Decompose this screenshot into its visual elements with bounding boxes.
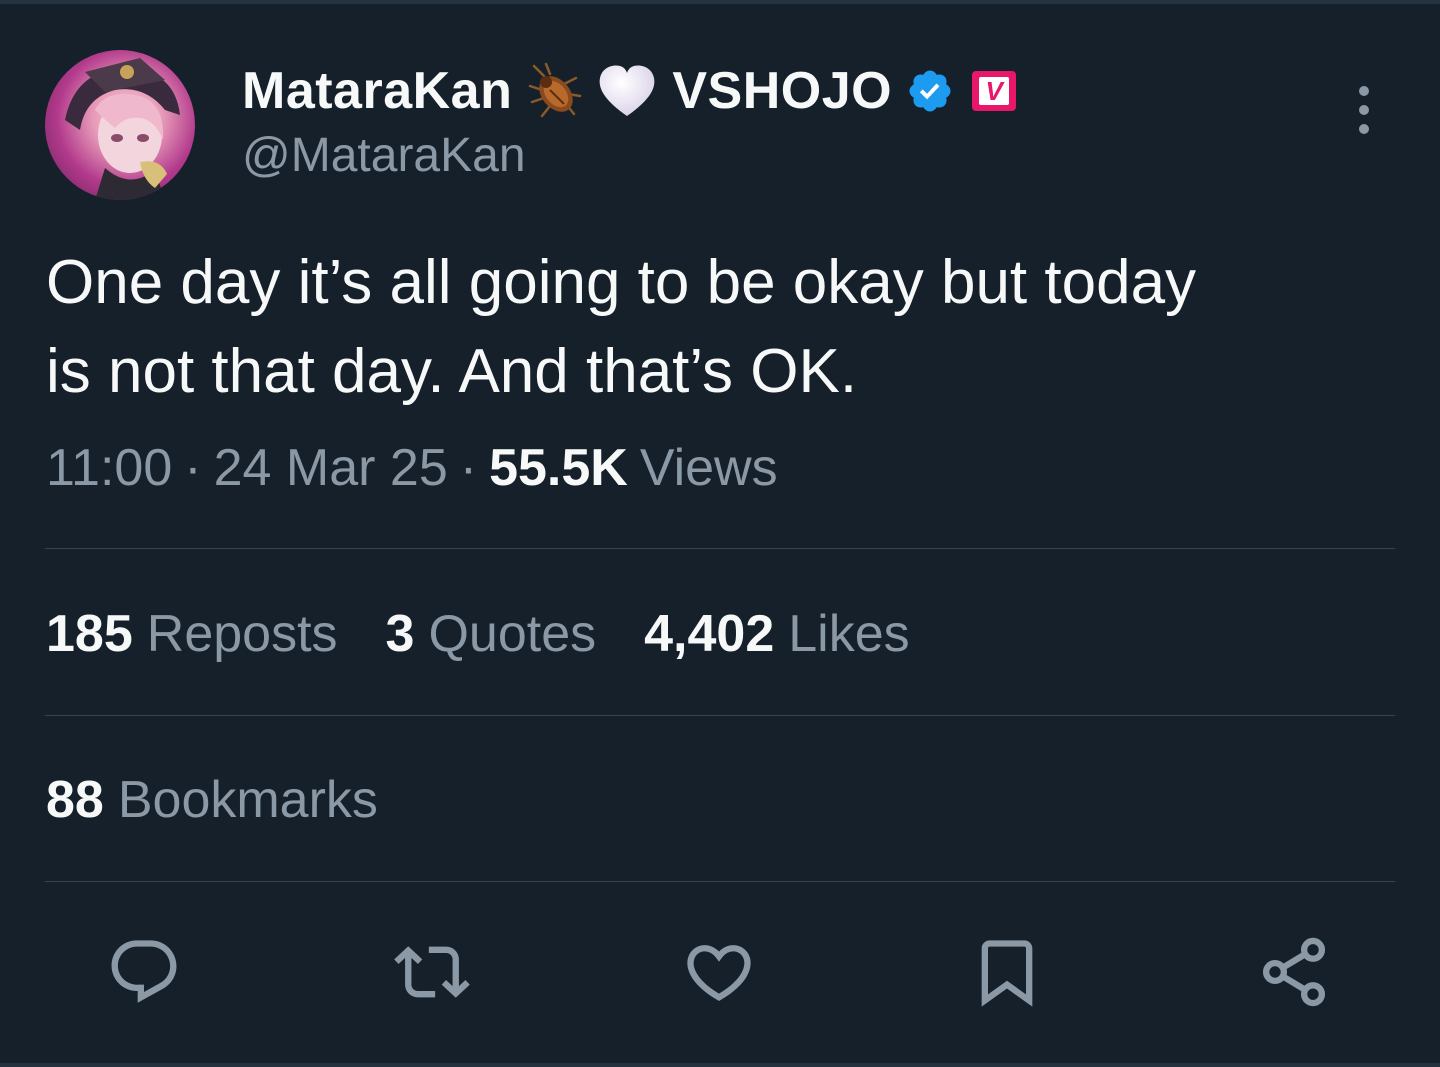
more-dot-icon xyxy=(1359,86,1369,96)
reply-icon xyxy=(111,940,177,1003)
views-label[interactable]: Views xyxy=(640,438,778,498)
top-border xyxy=(0,0,1440,4)
action-bar xyxy=(0,930,1440,1014)
engagement-stats: 185 Reposts 3 Quotes 4,402 Likes xyxy=(46,604,958,664)
avatar[interactable] xyxy=(45,50,195,200)
verified-badge-icon[interactable] xyxy=(906,67,954,115)
share-button[interactable] xyxy=(1252,930,1336,1014)
bookmark-button[interactable] xyxy=(965,930,1049,1014)
cockroach-icon xyxy=(520,58,586,124)
meta-separator: · xyxy=(459,439,478,497)
affiliate-badge-icon[interactable]: V xyxy=(972,71,1017,111)
author-header: MataraKan VSHOJO V xyxy=(242,58,1017,124)
reply-button[interactable] xyxy=(102,930,186,1014)
avatar-illustration xyxy=(65,58,180,200)
views-count[interactable]: 55.5K xyxy=(489,438,628,498)
more-dot-icon xyxy=(1359,105,1369,115)
affiliation-name: VSHOJO xyxy=(672,62,893,120)
share-icon xyxy=(1262,937,1326,1007)
like-button[interactable] xyxy=(677,930,761,1014)
affiliate-badge-letter: V xyxy=(979,76,1010,106)
like-icon xyxy=(687,945,751,1002)
quotes-label: Quotes xyxy=(428,605,597,663)
tweet-date[interactable]: 24 Mar 25 xyxy=(214,438,448,498)
bookmarks-count: 88 xyxy=(46,771,104,829)
more-dot-icon xyxy=(1359,124,1369,134)
meta-separator: · xyxy=(184,439,202,497)
quotes-stat[interactable]: 3 Quotes xyxy=(386,604,597,664)
tweet-meta: 11:00 · 24 Mar 25 · 55.5K Views xyxy=(46,438,778,498)
repost-button[interactable] xyxy=(390,930,474,1014)
bookmarks-stat[interactable]: 88 Bookmarks xyxy=(46,770,378,830)
author-handle[interactable]: @MataraKan xyxy=(242,128,526,183)
bookmarks-label: Bookmarks xyxy=(117,771,378,829)
bookmark-icon xyxy=(981,940,1033,1007)
likes-stat[interactable]: 4,402 Likes xyxy=(644,604,910,664)
white-heart-icon xyxy=(594,58,660,124)
display-name[interactable]: MataraKan xyxy=(242,61,512,121)
quotes-count: 3 xyxy=(385,605,415,663)
reposts-label: Reposts xyxy=(146,605,338,663)
divider xyxy=(45,881,1395,882)
more-options-button[interactable] xyxy=(1346,80,1382,140)
tweet-text: One day it’s all going to be okay but to… xyxy=(46,248,1197,406)
reposts-stat[interactable]: 185 Reposts xyxy=(46,604,338,664)
reposts-count: 185 xyxy=(46,605,133,663)
bottom-border xyxy=(0,1063,1440,1067)
likes-label: Likes xyxy=(788,605,910,663)
divider xyxy=(45,548,1395,549)
repost-icon xyxy=(394,946,470,998)
divider xyxy=(45,715,1395,716)
tweet-time[interactable]: 11:00 xyxy=(46,438,172,498)
likes-count: 4,402 xyxy=(644,605,775,663)
